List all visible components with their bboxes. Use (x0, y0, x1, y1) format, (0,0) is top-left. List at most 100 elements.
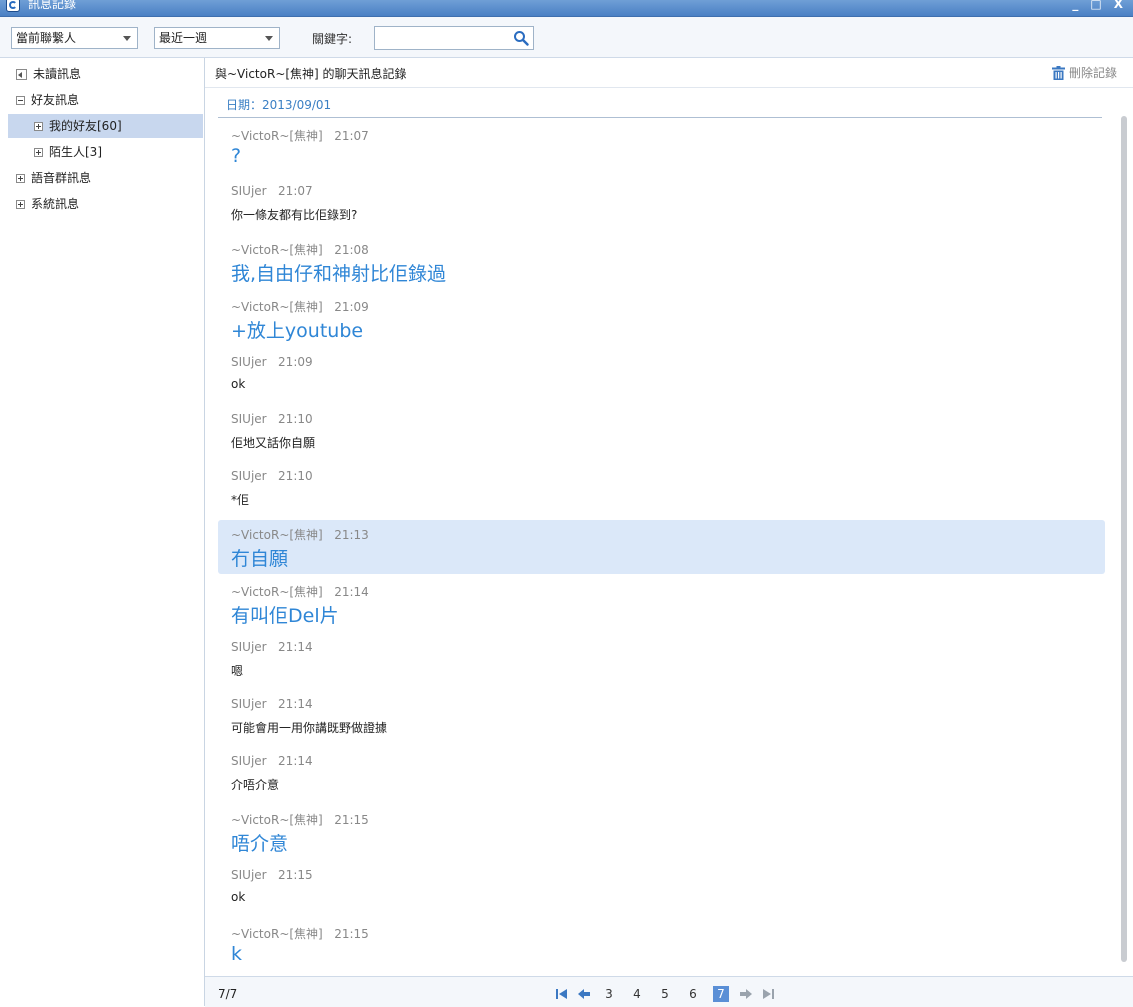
keyword-label: 關鍵字: (312, 32, 353, 46)
message-item: ~VictoR~[焦神] 21:13 冇自願 (218, 520, 1105, 574)
contact-filter-value: 當前聯繫人 (16, 31, 77, 45)
message-sender: SIUjer (231, 412, 267, 426)
chevron-down-icon (265, 36, 273, 41)
message-time: 21:14 (334, 585, 369, 599)
conversation-header: 與~VictoR~[焦神] 的聊天訊息記錄 刪除記錄 (205, 58, 1133, 88)
search-icon[interactable] (513, 30, 529, 46)
date-divider (218, 117, 1102, 118)
message-item: SIUjer 21:14 可能會用一用你講既野做證據 (218, 691, 1105, 745)
message-meta: ~VictoR~[焦神] 21:15 (231, 811, 369, 828)
first-page-icon[interactable] (555, 987, 569, 1001)
tree-item-my-friends[interactable]: 我的好友[60] (8, 114, 203, 138)
message-text: k (231, 943, 243, 965)
message-sender: SIUjer (231, 469, 267, 483)
message-sender: SIUjer (231, 640, 267, 654)
tree-item-label: 系統訊息 (31, 197, 80, 211)
pagination-bar: 7/7 3 4 5 6 7 (205, 976, 1133, 1007)
time-filter-value: 最近一週 (159, 31, 208, 45)
page-link[interactable]: 5 (657, 986, 673, 1002)
message-time: 21:07 (278, 184, 313, 198)
date-label: 日期：2013/09/01 (226, 98, 332, 112)
window-title: 訊息記錄 (28, 0, 77, 11)
title-bar: 訊息記錄 _ □ X (0, 0, 1133, 17)
message-meta: SIUjer 21:10 (231, 412, 313, 426)
message-text: 你一條友都有比佢錄到? (231, 208, 358, 222)
message-item: SIUjer 21:10 *佢 (218, 463, 1105, 517)
message-time: 21:14 (278, 697, 313, 711)
page-link[interactable]: 6 (685, 986, 701, 1002)
tree-item-friend-messages[interactable]: 好友訊息 (16, 88, 79, 112)
message-text: ? (231, 145, 242, 167)
message-item: ~VictoR~[焦神] 21:09 +放上youtube (218, 292, 1105, 346)
message-sender: ~VictoR~[焦神] (231, 300, 323, 314)
message-item: ~VictoR~[焦神] 21:15 k (218, 919, 1105, 973)
message-time: 21:08 (334, 243, 369, 257)
message-meta: SIUjer 21:14 (231, 697, 313, 711)
message-sender: SIUjer (231, 355, 267, 369)
message-meta: ~VictoR~[焦神] 21:09 (231, 298, 369, 315)
message-meta: ~VictoR~[焦神] 21:13 (231, 526, 369, 543)
message-time: 21:09 (334, 300, 369, 314)
maximize-button[interactable]: □ (1090, 0, 1101, 11)
last-page-icon[interactable] (761, 987, 775, 1001)
tree-item-label: 未讀訊息 (33, 67, 82, 81)
vertical-scrollbar[interactable] (1121, 116, 1127, 962)
message-text: 我,自由仔和神射比佢錄過 (231, 263, 447, 285)
trash-icon (1051, 65, 1065, 80)
message-category-tree: 未讀訊息 好友訊息 我的好友[60] 陌生人[3] 語音群訊息 系統訊息 (0, 58, 205, 1006)
message-text: ok (231, 890, 246, 904)
message-meta: SIUjer 21:14 (231, 640, 313, 654)
message-time: 21:13 (334, 528, 369, 542)
message-sender: ~VictoR~[焦神] (231, 813, 323, 827)
message-time: 21:07 (334, 129, 369, 143)
minimize-button[interactable]: _ (1072, 0, 1078, 11)
message-text: 唔介意 (231, 833, 289, 855)
message-time: 21:10 (278, 412, 313, 426)
message-time: 21:14 (278, 754, 313, 768)
app-logo-icon (6, 0, 20, 12)
close-button[interactable]: X (1114, 0, 1123, 11)
delete-records-button[interactable]: 刪除記錄 (1051, 64, 1117, 81)
expand-icon[interactable] (34, 147, 43, 157)
tree-item-unread[interactable]: 未讀訊息 (16, 62, 81, 86)
collapse-icon[interactable] (16, 95, 25, 105)
tree-item-label: 我的好友[60] (49, 119, 122, 133)
current-page-link[interactable]: 7 (713, 986, 729, 1002)
message-text: 冇自願 (231, 548, 289, 570)
previous-page-icon[interactable] (577, 987, 591, 1001)
next-page-icon[interactable] (739, 987, 753, 1001)
chevron-down-icon (123, 36, 131, 41)
message-meta: SIUjer 21:15 (231, 868, 313, 882)
tree-item-label: 語音群訊息 (31, 171, 92, 185)
keyword-search-input[interactable] (374, 26, 534, 50)
message-meta: ~VictoR~[焦神] 21:08 (231, 241, 369, 258)
message-sender: ~VictoR~[焦神] (231, 129, 323, 143)
message-sender: ~VictoR~[焦神] (231, 927, 323, 941)
tree-item-label: 好友訊息 (31, 93, 80, 107)
message-item: ~VictoR~[焦神] 21:07? (218, 121, 1105, 175)
tree-item-strangers[interactable]: 陌生人[3] (34, 140, 102, 164)
delete-records-label: 刪除記錄 (1068, 66, 1117, 80)
contact-filter-dropdown[interactable]: 當前聯繫人 (11, 27, 138, 49)
message-item: SIUjer 21:14 介唔介意 (218, 748, 1105, 802)
message-text: 嗯 (231, 664, 244, 678)
expand-icon[interactable] (34, 121, 43, 131)
expand-icon[interactable] (16, 199, 25, 209)
message-sender: ~VictoR~[焦神] (231, 243, 323, 257)
filter-toolbar: 當前聯繫人 最近一週 關鍵字: (0, 17, 1133, 58)
message-meta: SIUjer 21:10 (231, 469, 313, 483)
tree-item-voice-group[interactable]: 語音群訊息 (16, 166, 91, 190)
message-item: ~VictoR~[焦神] 21:08 我,自由仔和神射比佢錄過 (218, 235, 1105, 289)
message-text: 有叫佢Del片 (231, 605, 339, 627)
page-link[interactable]: 4 (629, 986, 645, 1002)
time-filter-dropdown[interactable]: 最近一週 (154, 27, 280, 49)
message-meta: SIUjer 21:14 (231, 754, 313, 768)
message-text: 介唔介意 (231, 778, 280, 792)
message-item: ~VictoR~[焦神] 21:15 唔介意 (218, 805, 1105, 859)
tree-item-system[interactable]: 系統訊息 (16, 192, 79, 216)
expand-icon[interactable] (16, 173, 25, 183)
page-link[interactable]: 3 (601, 986, 617, 1002)
message-item: SIUjer 21:15 ok (218, 862, 1105, 916)
pager: 3 4 5 6 7 (551, 986, 779, 1002)
tree-item-label: 陌生人[3] (49, 145, 102, 159)
